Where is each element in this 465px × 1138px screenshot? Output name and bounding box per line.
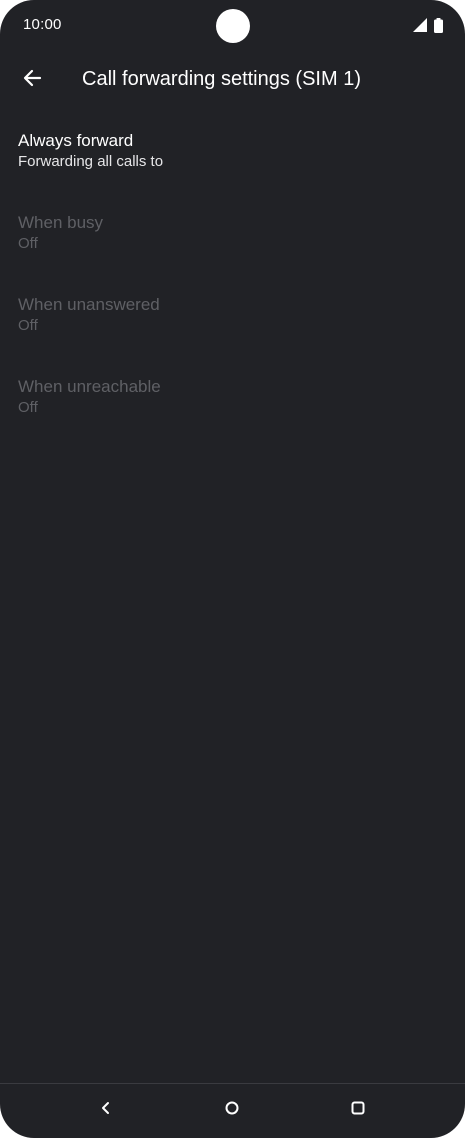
camera-cutout: [216, 9, 250, 43]
nav-back-icon: [100, 1101, 112, 1120]
navigation-bar: [0, 1084, 465, 1138]
setting-title: When unanswered: [18, 295, 160, 314]
setting-title: When unreachable: [18, 377, 161, 396]
setting-summary: Off: [18, 399, 38, 416]
setting-title: When busy: [18, 213, 104, 232]
signal-icon: [413, 18, 427, 32]
page-title: Call forwarding settings (SIM 1): [82, 68, 361, 90]
arrow-back-icon: [22, 68, 42, 93]
back-button[interactable]: [18, 66, 46, 94]
setting-when-unanswered[interactable]: When unanswered Off: [0, 286, 465, 368]
setting-title: Always forward: [18, 131, 134, 150]
setting-summary: Forwarding all calls to: [18, 153, 164, 170]
settings-list: Always forward Forwarding all calls to W…: [0, 122, 465, 450]
app-bar: Call forwarding settings (SIM 1): [0, 56, 465, 104]
status-time: 10:00: [23, 16, 62, 33]
status-bar: 10:00: [0, 0, 465, 50]
nav-home-button[interactable]: [220, 1098, 244, 1122]
nav-recents-icon: [350, 1100, 366, 1121]
setting-summary: Off: [18, 235, 38, 252]
setting-summary: Off: [18, 317, 38, 334]
nav-recents-button[interactable]: [346, 1098, 370, 1122]
battery-icon: [434, 17, 443, 33]
phone-screen: 10:00 Call forwarding settings (SIM 1) A…: [0, 0, 465, 1138]
setting-always-forward[interactable]: Always forward Forwarding all calls to: [0, 122, 465, 204]
nav-back-button[interactable]: [94, 1098, 118, 1122]
status-icons: [413, 17, 443, 33]
setting-when-busy[interactable]: When busy Off: [0, 204, 465, 286]
setting-when-unreachable[interactable]: When unreachable Off: [0, 368, 465, 450]
nav-home-icon: [224, 1100, 240, 1121]
